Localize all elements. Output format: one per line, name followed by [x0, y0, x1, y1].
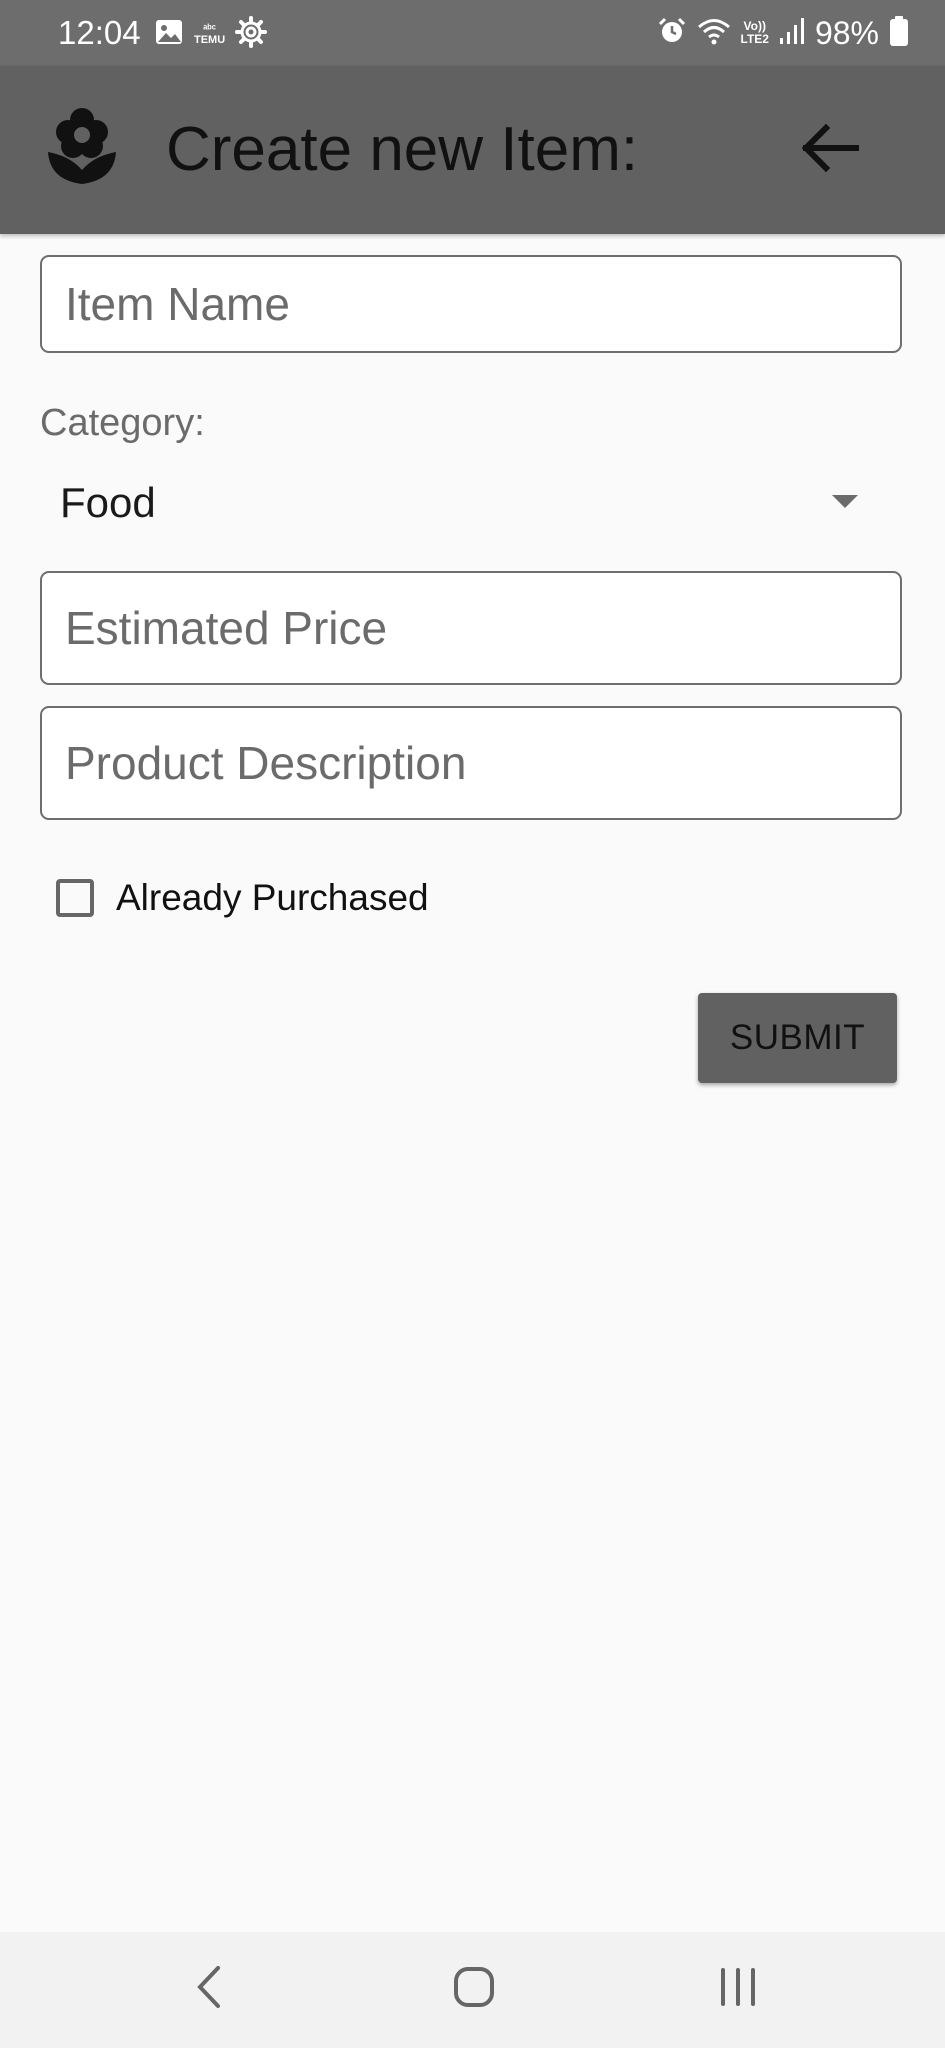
already-purchased-label: Already Purchased [116, 877, 429, 918]
status-notification-icons: ᵃᵇᶜ TEMU [154, 16, 268, 53]
nav-recents-icon [715, 1964, 761, 2015]
category-dropdown[interactable]: Food [40, 468, 902, 538]
status-system-icons: Vo)) LTE2 98% [657, 14, 910, 52]
nav-recents-button[interactable] [698, 1954, 778, 2024]
item-name-field[interactable] [40, 255, 902, 353]
nav-back-icon [190, 1962, 230, 2017]
status-bar: 12:04 ᵃᵇᶜ TEMU Vo)) LTE2 98% [0, 0, 945, 66]
arrow-back-icon [798, 116, 862, 185]
already-purchased-checkbox[interactable] [56, 879, 94, 917]
signal-icon [779, 16, 805, 51]
product-description-input[interactable] [65, 736, 900, 790]
product-description-field[interactable] [40, 706, 902, 820]
wifi-icon [697, 16, 731, 51]
settings-gear-icon [235, 16, 268, 53]
submit-button[interactable]: SUBMIT [698, 993, 897, 1083]
temu-icon: ᵃᵇᶜ TEMU [194, 22, 226, 46]
caret-down-icon [832, 495, 858, 508]
item-name-input[interactable] [65, 277, 900, 331]
already-purchased-checkbox-row[interactable]: Already Purchased [56, 876, 429, 920]
battery-percent: 98% [814, 15, 879, 51]
category-label: Category: [40, 402, 205, 444]
nav-back-button[interactable] [170, 1954, 250, 2024]
app-bar: Create new Item: [0, 66, 945, 234]
flower-icon [46, 106, 118, 186]
estimated-price-field[interactable] [40, 571, 902, 685]
battery-icon [889, 15, 909, 52]
nav-home-icon [451, 1964, 497, 2015]
estimated-price-input[interactable] [65, 601, 900, 655]
back-button[interactable] [790, 110, 870, 190]
category-selected-value: Food [60, 479, 156, 526]
status-time: 12:04 [58, 14, 141, 51]
gallery-icon [154, 17, 184, 52]
alarm-icon [657, 16, 687, 51]
system-nav-bar [0, 1932, 945, 2048]
page-title: Create new Item: [166, 115, 639, 184]
nav-home-button[interactable] [434, 1954, 514, 2024]
volte-icon: Vo)) LTE2 [740, 19, 769, 46]
